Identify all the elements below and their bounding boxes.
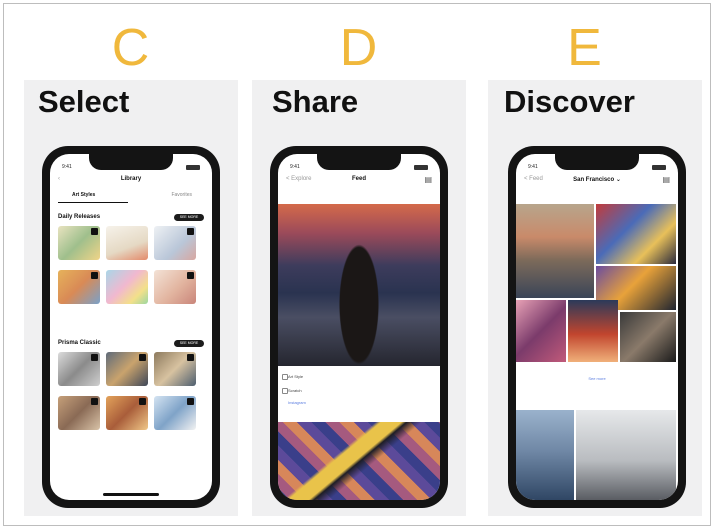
back-button[interactable]: < Feed — [524, 176, 543, 182]
tab-underline — [58, 202, 128, 203]
discover-nav: < Feed San Francisco ⌄ ▤ — [516, 175, 678, 190]
discover-photo[interactable] — [576, 410, 676, 500]
phone-notch — [89, 154, 173, 170]
style-tile[interactable] — [106, 396, 148, 430]
discover-spacer — [516, 366, 678, 410]
battery-icon — [186, 165, 200, 170]
discover-screen: 9:41 < Feed San Francisco ⌄ ▤ See more — [516, 154, 678, 500]
library-title: Library — [120, 176, 142, 182]
panel-heading-share: Share — [272, 84, 359, 119]
style-tile[interactable] — [154, 270, 196, 304]
tab-art-styles[interactable]: Art Styles — [72, 192, 95, 198]
share-screen: 9:41 < Explore Feed ▤ Art Style Scratch … — [278, 154, 440, 500]
feed-post-card: Art Style Scratch Instagram — [278, 366, 440, 420]
section-daily-releases: Daily Releases — [58, 214, 101, 220]
settings-icon[interactable]: ▤ — [662, 175, 670, 184]
style-tile[interactable] — [58, 226, 100, 260]
discover-photo-grid-2 — [516, 410, 678, 500]
style-tile[interactable] — [154, 226, 196, 260]
discover-photo[interactable] — [596, 204, 676, 264]
see-more-classic-button[interactable]: SEE MORE — [174, 340, 204, 347]
discover-photo-grid — [516, 204, 678, 364]
card-line-scratch: Scratch — [288, 388, 302, 393]
discover-photo[interactable] — [516, 300, 566, 362]
share-nav: < Explore Feed ▤ — [278, 175, 440, 190]
see-more-daily-button[interactable]: SEE MORE — [174, 214, 204, 221]
battery-icon — [652, 165, 666, 170]
settings-icon[interactable]: ▤ — [424, 175, 432, 184]
card-line-style: Art Style — [288, 374, 304, 379]
style-tile[interactable] — [106, 270, 148, 304]
style-tile[interactable] — [58, 270, 100, 304]
style-tile[interactable] — [106, 352, 148, 386]
discover-photo[interactable] — [516, 204, 594, 298]
feed-photo-mosaic[interactable] — [278, 422, 440, 500]
panel-letter-c: C — [111, 19, 151, 77]
panel-letter-d: D — [339, 19, 379, 77]
style-tile[interactable] — [106, 226, 148, 260]
back-chevron-icon[interactable]: ‹ — [58, 176, 60, 182]
discover-photo[interactable] — [620, 312, 676, 362]
phone-notch — [317, 154, 401, 170]
phone-notch — [555, 154, 639, 170]
discover-photo[interactable] — [516, 410, 574, 500]
home-indicator — [103, 493, 159, 496]
phone-select: 9:41 ‹ Library Art Styles Favorites Dail… — [42, 146, 220, 508]
panel-heading-select: Select — [38, 84, 130, 119]
phone-share: 9:41 < Explore Feed ▤ Art Style Scratch … — [270, 146, 448, 508]
panel-heading-discover: Discover — [504, 84, 635, 119]
tab-favorites[interactable]: Favorites — [171, 192, 192, 198]
style-tile[interactable] — [58, 352, 100, 386]
back-button[interactable]: < Explore — [286, 176, 312, 182]
feed-title: Feed — [351, 176, 366, 182]
phone-discover: 9:41 < Feed San Francisco ⌄ ▤ See more — [508, 146, 686, 508]
panel-letter-e: E — [567, 19, 603, 77]
location-selector[interactable]: San Francisco ⌄ — [573, 177, 621, 183]
see-more-link[interactable]: See more — [516, 376, 678, 381]
style-tile[interactable] — [154, 396, 196, 430]
feed-photo-silhouette[interactable] — [278, 204, 440, 366]
style-tile[interactable] — [58, 396, 100, 430]
style-tile[interactable] — [154, 352, 196, 386]
battery-icon — [414, 165, 428, 170]
select-nav: ‹ Library — [50, 176, 212, 190]
section-prisma-classic: Prisma Classic — [58, 340, 101, 346]
screenshot-frame: C Select 9:41 ‹ Library Art Styles Favor… — [3, 3, 711, 526]
discover-photo[interactable] — [568, 300, 618, 362]
select-screen: 9:41 ‹ Library Art Styles Favorites Dail… — [50, 154, 212, 500]
library-tabs: Art Styles Favorites — [56, 192, 206, 204]
card-line-instagram[interactable]: Instagram — [288, 400, 306, 405]
